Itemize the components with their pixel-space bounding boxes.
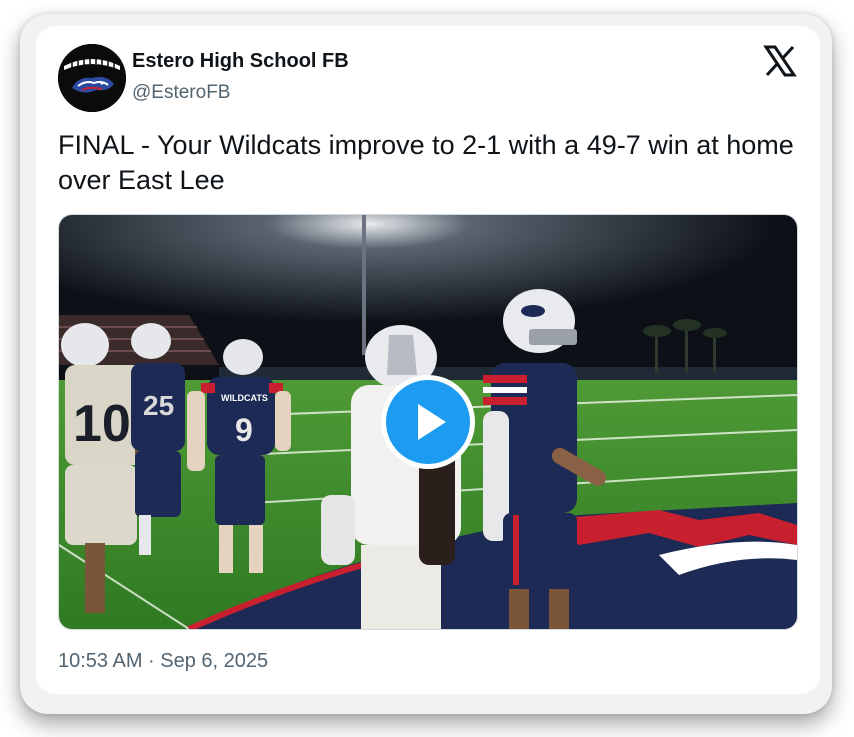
jersey-number-25: 25 xyxy=(143,390,174,421)
wildcat-logo-icon xyxy=(58,44,126,112)
play-button[interactable] xyxy=(381,375,475,469)
account-handle[interactable]: @EsteroFB xyxy=(132,82,230,104)
jersey-number-9: 9 xyxy=(235,412,253,448)
tweet-card[interactable]: Estero High School FB @EsteroFB FINAL - … xyxy=(36,26,820,694)
account-avatar[interactable] xyxy=(58,44,126,112)
jersey-team-text: WILDCATS xyxy=(221,393,268,403)
tweet-timestamp[interactable]: 10:53 AM · Sep 6, 2025 xyxy=(58,650,268,673)
video-player[interactable]: 10 25 WILDCATS 9 xyxy=(58,214,798,630)
play-icon xyxy=(418,404,446,440)
jersey-number-10: 10 xyxy=(73,395,131,453)
tweet-text: FINAL - Your Wildcats improve to 2-1 wit… xyxy=(58,130,794,195)
x-logo-icon[interactable] xyxy=(763,44,797,78)
account-name[interactable]: Estero High School FB xyxy=(132,50,349,73)
